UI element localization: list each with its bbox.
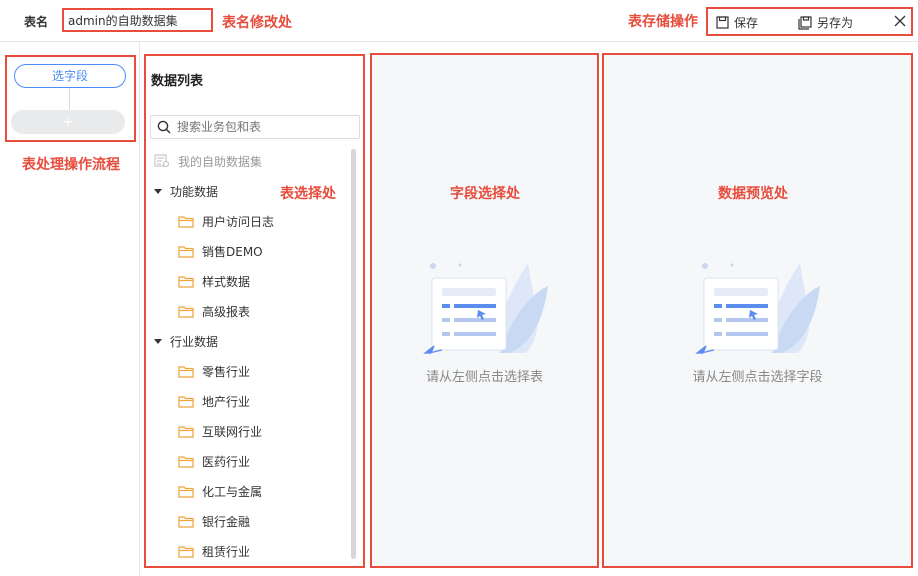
table-name-label: 表名 <box>24 15 49 29</box>
annotation-storage: 表存储操作 <box>628 14 698 30</box>
save-icon <box>716 16 729 29</box>
annotation-flow: 表处理操作流程 <box>22 157 120 173</box>
table-list-highlight-box <box>144 54 365 568</box>
save-actions-group: 保存 另存为 <box>706 7 913 36</box>
close-icon <box>894 15 906 27</box>
annotation-field-select: 字段选择处 <box>450 186 520 202</box>
preview-panel-highlight-box <box>602 53 913 568</box>
annotation-data-preview: 数据预览处 <box>718 186 788 202</box>
annotation-table-select: 表选择处 <box>280 186 336 202</box>
close-button[interactable] <box>894 15 906 30</box>
annotation-rename: 表名修改处 <box>222 15 292 31</box>
top-bar: 表名 表名修改处 表存储操作 保存 另存为 <box>0 0 918 42</box>
field-panel-highlight-box <box>370 53 599 568</box>
save-as-label: 另存为 <box>817 16 854 30</box>
save-label: 保存 <box>734 16 759 30</box>
save-as-icon <box>798 15 812 30</box>
flow-highlight-box <box>5 55 136 142</box>
table-name-input[interactable] <box>62 8 213 32</box>
save-button[interactable]: 保存 <box>716 14 758 31</box>
save-as-button[interactable]: 另存为 <box>798 14 853 31</box>
